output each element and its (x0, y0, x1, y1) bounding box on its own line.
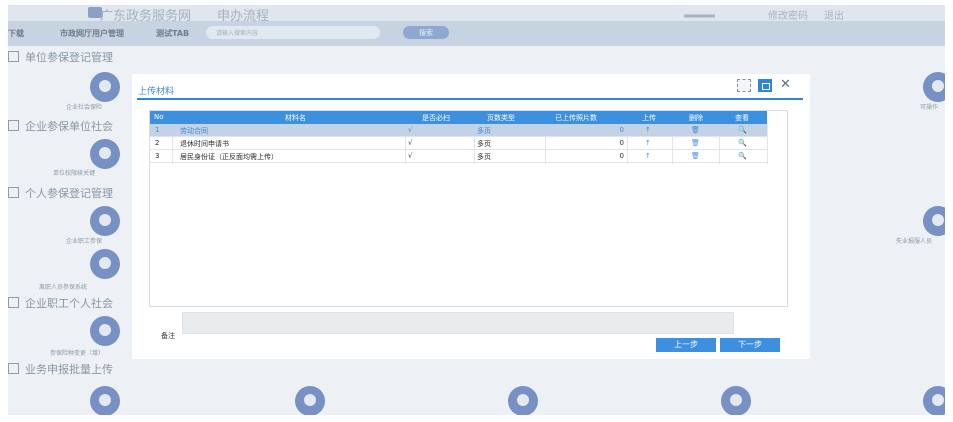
section-label: 企业参保单位社会 (25, 120, 113, 133)
change-password-link[interactable]: 修改密码 (768, 7, 808, 22)
section-personal-registration: 个人参保登记管理 (8, 185, 113, 201)
view-icon[interactable]: 🔍 (738, 126, 747, 134)
table-row[interactable]: 2 退休时间申请书 √ 多页 0 ↑ 🗑 🔍 (150, 137, 767, 150)
service-tile-icon[interactable] (90, 206, 120, 236)
service-tile-icon[interactable] (90, 72, 120, 102)
service-tile-label: 单位权限续关键 (53, 170, 96, 177)
service-tile-icon[interactable] (923, 206, 945, 236)
service-tile-label: 企业社会保险 (66, 104, 103, 111)
search-input[interactable]: 请输入搜索内容 (206, 26, 380, 39)
service-tile-label: 参保险种变更（增） (50, 350, 105, 357)
close-icon[interactable]: ✕ (780, 77, 791, 92)
column-header-page-type: 页数类型 (487, 114, 515, 122)
section-employee-insurance: 企业职工个人社会 (8, 295, 113, 311)
service-tile-label: 离职人员参保系统 (39, 284, 88, 291)
service-tile-icon[interactable] (90, 316, 120, 346)
fullscreen-icon[interactable] (737, 79, 751, 92)
upload-materials-dialog: 上传材料 ✕ No 材料名 是否必扫 页数类型 已上传照片数 上传 删除 查看 … (132, 74, 810, 359)
row-required: √ (408, 152, 413, 160)
section-label: 业务申报批量上传 (25, 363, 113, 376)
column-header-required: 是否必扫 (422, 114, 450, 122)
next-step-button[interactable]: 下一步 (720, 338, 780, 352)
row-material-name: 居民身份证（正反面均需上传） (180, 153, 278, 161)
upload-icon[interactable]: ↑ (645, 152, 651, 160)
upload-icon[interactable]: ↑ (645, 139, 651, 147)
row-uploaded-count: 0 (619, 126, 624, 134)
service-tile-icon[interactable] (90, 386, 120, 415)
table-row[interactable]: 3 居民身份证（正反面均需上传） √ 多页 0 ↑ 🗑 🔍 (150, 150, 767, 163)
section-icon (8, 297, 19, 308)
section-icon (8, 363, 19, 374)
row-required: √ (408, 126, 413, 134)
view-icon[interactable]: 🔍 (738, 152, 747, 160)
row-uploaded-count: 0 (619, 152, 624, 160)
section-icon (8, 51, 19, 62)
column-header-no: No (154, 113, 164, 121)
section-batch-upload: 业务申报批量上传 (8, 361, 113, 377)
dialog-title: 上传材料 (138, 87, 175, 97)
external-window-icon[interactable] (758, 79, 772, 92)
column-header-name: 材料名 (285, 114, 306, 122)
nav-item-user-mgmt[interactable]: 市政网厅用户管理 (60, 28, 124, 39)
section-label: 单位参保登记管理 (25, 51, 113, 64)
row-no: 3 (155, 152, 160, 160)
user-info: ▂▂▂▂ (684, 7, 715, 18)
row-no: 1 (155, 126, 160, 134)
table-row[interactable]: 1 劳动合同 √ 多页 0 ↑ 🗑 🔍 (150, 124, 767, 137)
nav-item-test-tab[interactable]: 测试TAB (156, 28, 189, 39)
service-tile-icon[interactable] (90, 139, 120, 169)
table-header: No 材料名 是否必扫 页数类型 已上传照片数 上传 删除 查看 (150, 111, 767, 124)
section-enterprise-insurance: 企业参保单位社会 (8, 118, 113, 134)
row-page-type: 多页 (477, 153, 491, 161)
section-label: 个人参保登记管理 (25, 187, 113, 200)
remark-label: 备注 (161, 332, 175, 340)
column-header-view: 查看 (735, 114, 749, 122)
service-tile-icon[interactable] (721, 386, 751, 415)
search-placeholder: 请输入搜索内容 (216, 30, 259, 37)
row-required: √ (408, 139, 413, 147)
service-tile-label: 失业报服人员 (896, 238, 933, 245)
search-button[interactable]: 搜索 (403, 26, 449, 39)
service-tile-icon[interactable] (295, 386, 325, 415)
remark-input[interactable] (182, 312, 734, 334)
column-header-uploaded: 已上传照片数 (555, 114, 597, 122)
row-page-type: 多页 (477, 127, 491, 135)
section-label: 企业职工个人社会 (25, 297, 113, 310)
row-material-name: 退休时间申请书 (180, 140, 229, 148)
section-icon (8, 120, 19, 131)
column-header-delete: 删除 (689, 114, 703, 122)
section-icon (8, 187, 19, 198)
service-tile-icon[interactable] (923, 386, 945, 415)
column-header-upload: 上传 (642, 114, 656, 122)
delete-icon[interactable]: 🗑 (691, 139, 700, 147)
nav-bar: 下载 市政网厅用户管理 测试TAB 请输入搜索内容 搜索 (8, 21, 945, 46)
column-divider (767, 124, 768, 164)
row-uploaded-count: 0 (619, 139, 624, 147)
materials-table: No 材料名 是否必扫 页数类型 已上传照片数 上传 删除 查看 1 劳动合同 … (149, 110, 788, 307)
prev-step-button[interactable]: 上一步 (656, 338, 716, 352)
section-unit-registration: 单位参保登记管理 (8, 49, 113, 65)
service-tile-label: 企业职工参保 (66, 238, 103, 245)
view-icon[interactable]: 🔍 (738, 139, 747, 147)
service-tile-icon[interactable] (508, 386, 538, 415)
upload-icon[interactable]: ↑ (645, 126, 651, 134)
site-header: 广东政务服务网 申办流程 ▂▂▂▂ 修改密码 退出 (8, 5, 945, 24)
service-tile-icon[interactable] (90, 249, 120, 279)
dialog-title-divider (137, 98, 803, 100)
service-tile-label: 可操作 (920, 104, 939, 111)
row-no: 2 (155, 139, 160, 147)
row-page-type: 多页 (477, 140, 491, 148)
logout-link[interactable]: 退出 (824, 7, 844, 22)
service-tile-icon[interactable] (923, 72, 945, 102)
delete-icon[interactable]: 🗑 (691, 126, 700, 134)
nav-item-download[interactable]: 下载 (8, 28, 24, 39)
row-material-name: 劳动合同 (180, 127, 208, 135)
delete-icon[interactable]: 🗑 (691, 152, 700, 160)
search-button-label: 搜索 (419, 29, 433, 37)
